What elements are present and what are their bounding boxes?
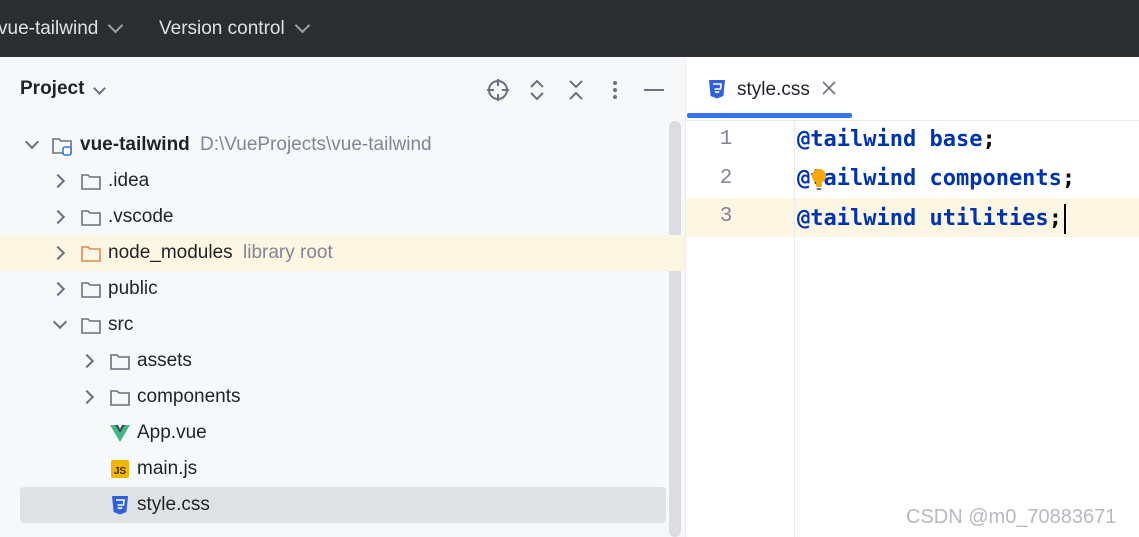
tree-item-node-modules[interactable]: node_modules library root <box>0 235 685 271</box>
code-text: @tailwind components; <box>797 166 1075 191</box>
line-number: 3 <box>719 205 733 228</box>
at-rule-argument: components <box>929 166 1062 191</box>
project-panel-title[interactable]: Project <box>20 78 84 100</box>
chevron-down-icon <box>294 17 310 34</box>
svg-text:JS: JS <box>114 466 127 477</box>
css-file-icon <box>709 80 725 99</box>
folder-icon <box>81 282 101 298</box>
active-tab-indicator <box>687 113 852 118</box>
chevron-right-icon[interactable] <box>50 173 66 189</box>
code-text: @tailwind utilities; <box>797 204 1066 234</box>
chevron-right-icon[interactable] <box>79 389 95 405</box>
semicolon: ; <box>982 127 996 152</box>
chevron-down-icon <box>108 17 124 34</box>
folder-icon <box>81 210 101 226</box>
library-root-hint: library root <box>243 242 333 263</box>
tree-item-label: style.css <box>137 494 210 515</box>
text-caret <box>1063 204 1066 234</box>
code-line-current[interactable]: 3 @tailwind utilities; <box>686 198 1139 237</box>
folder-icon <box>81 174 101 190</box>
minimize-icon[interactable] <box>641 77 667 103</box>
expand-all-icon[interactable] <box>524 77 550 103</box>
tree-item-label: .vscode <box>108 206 174 227</box>
code-line[interactable]: 2 @tailwind components; <box>686 160 1139 199</box>
tree-item-label: public <box>108 278 158 299</box>
at-rule-argument: utilities <box>929 206 1049 231</box>
crosshair-icon[interactable] <box>485 77 511 103</box>
css-file-icon <box>112 496 128 515</box>
folder-icon <box>81 318 101 334</box>
main-toolbar: vue-tailwind Version control <box>0 0 1139 57</box>
tree-item-label: node_modules <box>108 242 233 263</box>
project-switcher-label: vue-tailwind <box>0 17 99 39</box>
tree-item-label: App.vue <box>137 422 207 443</box>
tree-item-label: main.js <box>137 458 198 479</box>
project-tool-window: Project vue-tailwind D:\VueProjects\vue-… <box>0 57 685 537</box>
line-number: 2 <box>719 167 733 190</box>
vcs-menu[interactable]: Version control <box>159 0 310 57</box>
tree-item-assets[interactable]: assets <box>0 343 666 379</box>
line-number: 1 <box>719 128 733 151</box>
tree-root-row[interactable]: vue-tailwind D:\VueProjects\vue-tailwind <box>0 127 666 163</box>
chevron-right-icon[interactable] <box>50 245 66 261</box>
folder-icon <box>110 354 130 370</box>
chevron-down-icon[interactable] <box>93 82 106 95</box>
javascript-file-icon: JS <box>111 460 129 478</box>
module-folder-icon <box>52 138 72 156</box>
watermark: CSDN @m0_70883671 <box>906 506 1117 528</box>
tree-root-name: vue-tailwind <box>80 134 190 155</box>
editor-tab-label: style.css <box>737 79 810 100</box>
tree-item-vscode[interactable]: .vscode <box>0 199 666 235</box>
editor-tab-style-css[interactable]: style.css <box>686 57 852 120</box>
semicolon: ; <box>1048 206 1062 231</box>
gutter-divider <box>794 120 795 537</box>
tree-item-style-css[interactable]: style.css <box>20 487 666 523</box>
at-rule-keyword: @tailwind <box>797 206 917 231</box>
code-text: @tailwind base; <box>797 127 996 152</box>
collapse-all-icon[interactable] <box>563 77 589 103</box>
code-editor: style.css 1 @tailwind base; 2 @tailwind … <box>686 57 1139 537</box>
tree-item-app-vue[interactable]: App.vue <box>0 415 666 451</box>
vertical-scrollbar[interactable] <box>669 121 681 537</box>
tree-item-components[interactable]: components <box>0 379 666 415</box>
tree-item-label: components <box>137 386 241 407</box>
editor-tab-bar: style.css <box>686 57 1139 121</box>
close-icon[interactable] <box>820 79 838 97</box>
semicolon: ; <box>1061 166 1076 191</box>
vcs-menu-label: Version control <box>159 17 285 39</box>
tree-item-public[interactable]: public <box>0 271 666 307</box>
at-rule-argument: base <box>929 127 983 152</box>
project-panel-header: Project <box>0 57 685 121</box>
tree-item-main-js[interactable]: JS main.js <box>0 451 666 487</box>
library-folder-icon <box>81 246 101 262</box>
folder-icon <box>110 390 130 406</box>
chevron-down-icon[interactable] <box>24 134 40 150</box>
tree-item-label: src <box>108 314 134 335</box>
lightbulb-icon[interactable] <box>810 168 828 192</box>
chevron-down-icon[interactable] <box>52 314 68 330</box>
tree-item-label: assets <box>137 350 192 371</box>
at-rule-keyword: @tailwind <box>797 127 917 152</box>
vue-file-icon <box>110 425 130 442</box>
project-switcher[interactable]: vue-tailwind <box>0 0 124 57</box>
tree-item-src[interactable]: src <box>0 307 666 343</box>
tree-root-path: D:\VueProjects\vue-tailwind <box>200 134 432 155</box>
chevron-right-icon[interactable] <box>79 353 95 369</box>
tree-item-idea[interactable]: .idea <box>0 163 666 199</box>
code-line[interactable]: 1 @tailwind base; <box>686 121 1139 160</box>
tree-item-label: .idea <box>108 170 150 191</box>
more-icon[interactable] <box>602 77 628 103</box>
chevron-right-icon[interactable] <box>50 209 66 225</box>
chevron-right-icon[interactable] <box>50 281 66 297</box>
